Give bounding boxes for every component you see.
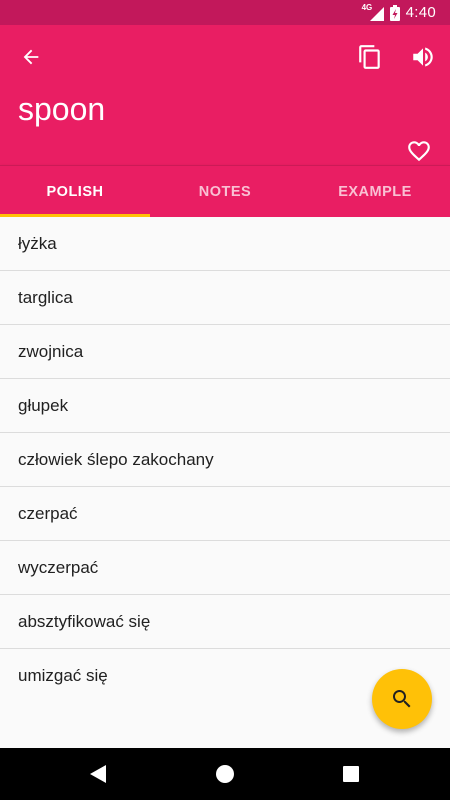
list-item[interactable]: łyżka xyxy=(0,217,450,271)
nav-back-button[interactable] xyxy=(86,762,110,786)
copy-button[interactable] xyxy=(350,37,390,77)
app-bar: spoon xyxy=(0,25,450,165)
nav-home-button[interactable] xyxy=(213,762,237,786)
system-nav-bar xyxy=(0,748,450,800)
square-recents-icon xyxy=(343,766,359,782)
battery-charging-icon xyxy=(389,4,400,21)
list-item[interactable]: czerpać xyxy=(0,487,450,541)
word-title: spoon xyxy=(18,91,106,127)
clock: 4:40 xyxy=(405,4,436,21)
triangle-back-icon xyxy=(90,765,106,783)
tab-bar: POLISH NOTES EXAMPLE xyxy=(0,165,450,217)
nav-recents-button[interactable] xyxy=(339,762,363,786)
list-item[interactable]: targlica xyxy=(0,271,450,325)
back-button[interactable] xyxy=(11,37,51,77)
volume-icon xyxy=(413,47,433,67)
heart-outline-icon xyxy=(408,141,430,162)
list-item[interactable]: głupek xyxy=(0,379,450,433)
list-item[interactable]: absztyfikować się xyxy=(0,595,450,649)
signal-icon: 4G xyxy=(362,3,384,21)
list-item[interactable]: zwojnica xyxy=(0,325,450,379)
status-icons: 4G 4:40 xyxy=(362,0,436,25)
tab-notes[interactable]: NOTES xyxy=(150,166,300,217)
search-icon xyxy=(393,690,411,708)
list-item[interactable]: człowiek ślepo zakochany xyxy=(0,433,450,487)
search-fab[interactable] xyxy=(372,669,432,729)
copy-icon xyxy=(359,45,380,69)
tab-polish[interactable]: POLISH xyxy=(0,166,150,217)
circle-home-icon xyxy=(216,765,234,783)
arrow-back-icon xyxy=(23,49,39,65)
status-bar: 4G 4:40 xyxy=(0,0,450,25)
list-item[interactable]: wyczerpać xyxy=(0,541,450,595)
translation-list: łyżka targlica zwojnica głupek człowiek … xyxy=(0,217,450,703)
tab-example[interactable]: EXAMPLE xyxy=(300,166,450,217)
pronounce-button[interactable] xyxy=(403,37,443,77)
